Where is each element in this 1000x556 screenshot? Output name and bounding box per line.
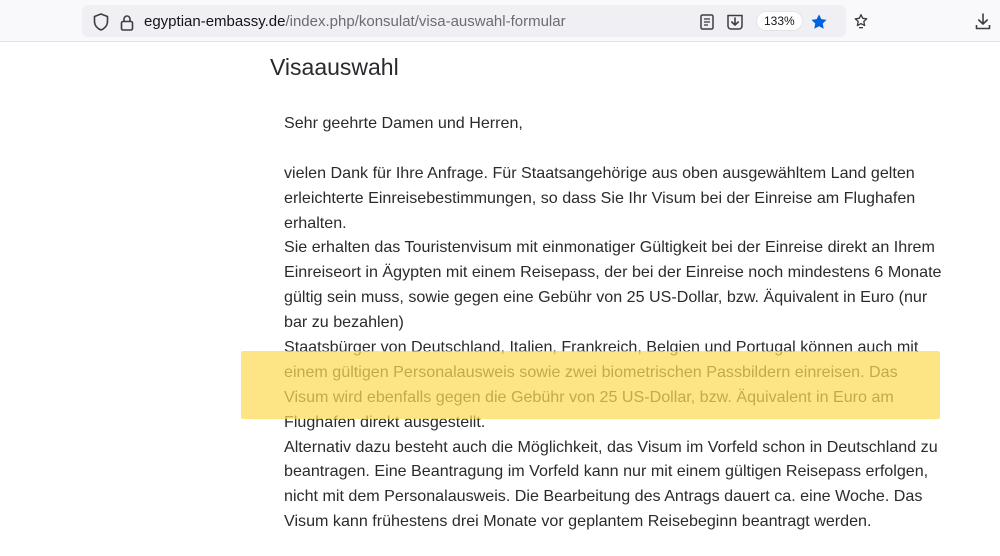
text-line: Staatsbürger von Deutschland, Italien, F… xyxy=(284,338,919,357)
page-title: Visaauswahl xyxy=(270,54,399,80)
bookmark-star-icon[interactable] xyxy=(810,13,828,31)
text-line: einem gültigen Personalausweis sowie zwe… xyxy=(284,362,898,381)
message-body: Sehr geehrte Damen und Herren, vielen Da… xyxy=(284,111,974,534)
url-host: egyptian-embassy.de xyxy=(144,13,286,30)
text-line: Flughafen direkt ausgestellt. xyxy=(284,412,486,431)
text-line: Visum wird ebenfalls gegen die Gebühr vo… xyxy=(284,387,894,406)
lock-icon[interactable] xyxy=(118,13,136,31)
url-text[interactable]: egyptian-embassy.de/index.php/konsulat/v… xyxy=(144,13,566,30)
address-bar[interactable]: egyptian-embassy.de/index.php/konsulat/v… xyxy=(82,5,846,37)
text-line: Sie erhalten das Touristenvisum mit einm… xyxy=(284,238,935,257)
text-line: Alternativ dazu besteht auch die Möglich… xyxy=(284,437,938,456)
zoom-level-button[interactable]: 133% xyxy=(756,11,803,31)
text-line: vielen Dank für Ihre Anfrage. Für Staats… xyxy=(284,163,915,182)
tracking-protection-shield-icon[interactable] xyxy=(92,13,110,31)
downloads-icon[interactable] xyxy=(974,12,992,30)
text-line: gültig sein muss, sowie gegen eine Gebüh… xyxy=(284,288,928,307)
extensions-icon[interactable] xyxy=(852,12,870,30)
save-to-pocket-icon[interactable] xyxy=(726,13,744,31)
reader-view-icon[interactable] xyxy=(698,13,716,31)
text-line: Visum kann frühestens drei Monate vor ge… xyxy=(284,512,872,531)
text-line: beantragen. Eine Beantragung im Vorfeld … xyxy=(284,462,929,481)
text-line: erleichterte Einreisebestimmungen, so da… xyxy=(284,188,916,207)
greeting: Sehr geehrte Damen und Herren, xyxy=(284,114,523,132)
text-line: erhalten. xyxy=(284,213,347,232)
browser-toolbar: egyptian-embassy.de/index.php/konsulat/v… xyxy=(0,0,1000,42)
text-line: bar zu bezahlen) xyxy=(284,313,404,332)
url-path: /index.php/konsulat/visa-auswahl-formula… xyxy=(285,13,566,30)
text-line: nicht mit dem Personalausweis. Die Bearb… xyxy=(284,487,923,506)
text-line: Einreiseort in Ägypten mit einem Reisepa… xyxy=(284,263,942,282)
